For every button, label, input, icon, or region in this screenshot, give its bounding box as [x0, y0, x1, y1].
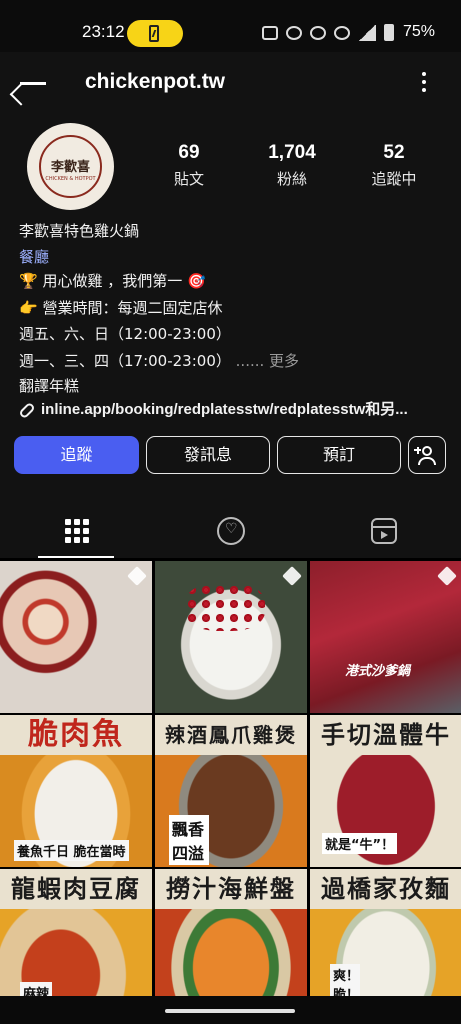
- goji-berries: [185, 583, 265, 631]
- charging-indicator: [127, 20, 183, 47]
- post-tile-7-banner-bg: 龍蝦肉豆腐: [0, 869, 152, 909]
- back-arrow-icon[interactable]: [18, 70, 48, 96]
- post-tile-9[interactable]: 過橋家孜麵 爽！脆！: [310, 869, 461, 996]
- tab-reels[interactable]: [308, 508, 461, 558]
- tab-posts[interactable]: [0, 508, 153, 558]
- profile-category[interactable]: 餐廳: [19, 246, 49, 267]
- post-tile-5-caption: 飄香 四溢: [169, 815, 209, 865]
- profile-section: 李歡喜 CHICKEN & HOTPOT 69 貼文 1,704 粉絲 52 追…: [0, 114, 461, 508]
- stat-followers-label: 粉絲: [276, 170, 307, 188]
- pinned-icon: [437, 566, 457, 586]
- bio-line-4-row: 週一、三、四（17:00-23:00） ...... 更多: [19, 350, 299, 371]
- post-tile-6-caption: 就是“牛”！: [322, 833, 398, 854]
- website-link[interactable]: inline.app/booking/redplatesstw/redplate…: [18, 398, 408, 419]
- post-tile-3-caption: 港式沙爹鍋: [345, 664, 411, 679]
- book-button[interactable]: 預訂: [277, 436, 401, 474]
- tagged-icon: [217, 517, 245, 545]
- add-person-icon-plus: [414, 446, 421, 454]
- app-header: chickenpot.tw: [0, 52, 461, 114]
- translate-link[interactable]: 翻譯年糕: [19, 375, 79, 396]
- stat-posts-value: 69: [178, 142, 200, 163]
- post-tile-5-banner-bg: 辣酒鳳爪雞煲: [155, 715, 307, 755]
- add-person-icon: [422, 446, 432, 456]
- system-nav-bar: [0, 996, 461, 1024]
- pinned-icon: [282, 566, 302, 586]
- sync-icon: [310, 25, 326, 40]
- tab-tagged[interactable]: [154, 508, 307, 558]
- post-tile-9-banner-bg: 過橋家孜麵: [310, 869, 461, 909]
- add-person-icon-body: [418, 457, 436, 465]
- post-tile-8[interactable]: 撈汁海鮮盤: [155, 869, 307, 996]
- avatar[interactable]: 李歡喜 CHICKEN & HOTPOT: [27, 123, 114, 210]
- stat-following-label: 追蹤中: [371, 170, 417, 188]
- status-bar: 23:12 75%: [0, 0, 461, 52]
- hd-icon: [262, 25, 278, 40]
- stat-following-value: 52: [383, 142, 405, 163]
- stat-followers-value: 1,704: [268, 142, 316, 163]
- bio-line-3: 週五、六、日（12:00-23:00）: [19, 325, 231, 343]
- post-tile-5[interactable]: 辣酒鳳爪雞煲 飄香 四溢: [155, 715, 307, 867]
- post-tile-5-banner: 辣酒鳳爪雞煲: [165, 723, 297, 747]
- stat-followers[interactable]: 1,704 粉絲: [256, 142, 328, 189]
- more-options-icon[interactable]: [414, 70, 434, 94]
- grid-icon: [65, 519, 89, 543]
- post-tile-9-caption: 爽！脆！: [330, 964, 360, 996]
- stat-posts-label: 貼文: [173, 170, 204, 188]
- profile-name: 李歡喜特色雞火鍋: [19, 222, 140, 240]
- post-tile-6-banner-bg: 手切溫體牛: [310, 715, 461, 755]
- post-tile-4-banner-bg: 脆肉魚: [0, 715, 152, 755]
- website-link-text: inline.app/booking/redplatesstw/redplate…: [41, 401, 408, 418]
- stat-posts[interactable]: 69 貼文: [164, 142, 214, 189]
- post-tile-8-banner-bg: 撈汁海鮮盤: [155, 869, 307, 909]
- bio-line-4: 週一、三、四（17:00-23:00）: [19, 352, 231, 370]
- post-tile-7-banner: 龍蝦肉豆腐: [11, 875, 141, 903]
- post-tile-6[interactable]: 手切溫體牛 就是“牛”！: [310, 715, 461, 867]
- reels-icon: [371, 518, 397, 544]
- pinned-icon: [127, 566, 147, 586]
- bio-line-2: 👉 營業時間：每週二固定店休: [19, 299, 223, 317]
- profile-tabs: [0, 508, 461, 558]
- post-tile-6-banner: 手切溫體牛: [321, 721, 451, 749]
- post-tile-4[interactable]: 脆肉魚 養魚千日 脆在當時: [0, 715, 152, 867]
- post-tile-4-banner: 脆肉魚: [28, 717, 124, 752]
- post-tile-3[interactable]: 港式沙爹鍋: [310, 561, 461, 713]
- battery-percent: 75%: [403, 23, 436, 40]
- status-time: 23:12: [82, 22, 125, 41]
- stat-following[interactable]: 52 追蹤中: [364, 142, 424, 189]
- post-tile-8-banner: 撈汁海鮮盤: [166, 875, 296, 903]
- wifi-icon: [334, 25, 350, 40]
- home-gesture-handle[interactable]: [165, 1009, 295, 1013]
- battery-icon: [384, 24, 394, 41]
- avatar-logo-text: 李歡喜: [50, 160, 90, 175]
- message-button[interactable]: 發訊息: [146, 436, 270, 474]
- post-grid: 港式沙爹鍋 脆肉魚 養魚千日 脆在當時 辣酒鳳爪雞煲 飄香 四溢 手切溫體牛 就…: [0, 558, 461, 996]
- bio-more-link[interactable]: ...... 更多: [236, 352, 299, 370]
- signal-icon: [358, 24, 376, 41]
- link-icon: [18, 401, 36, 419]
- post-tile-9-banner: 過橋家孜麵: [321, 875, 451, 903]
- post-tile-2[interactable]: [155, 561, 307, 713]
- post-tile-4-caption: 養魚千日 脆在當時: [14, 840, 129, 861]
- post-tile-1[interactable]: [0, 561, 152, 713]
- post-tile-7[interactable]: 龍蝦肉豆腐 麻辣: [0, 869, 152, 996]
- status-icons: [262, 24, 394, 41]
- suggested-accounts-button[interactable]: [408, 436, 446, 474]
- headphones-icon: [286, 25, 302, 40]
- profile-username: chickenpot.tw: [85, 70, 226, 93]
- battery-charging-icon: [149, 25, 159, 42]
- follow-button[interactable]: 追蹤: [14, 436, 139, 474]
- post-tile-7-caption: 麻辣: [20, 982, 53, 996]
- bio-line-1: 🏆 用心做雞 ，我們第一 🎯: [19, 272, 206, 290]
- avatar-logo-subtext: CHICKEN & HOTPOT: [45, 176, 96, 182]
